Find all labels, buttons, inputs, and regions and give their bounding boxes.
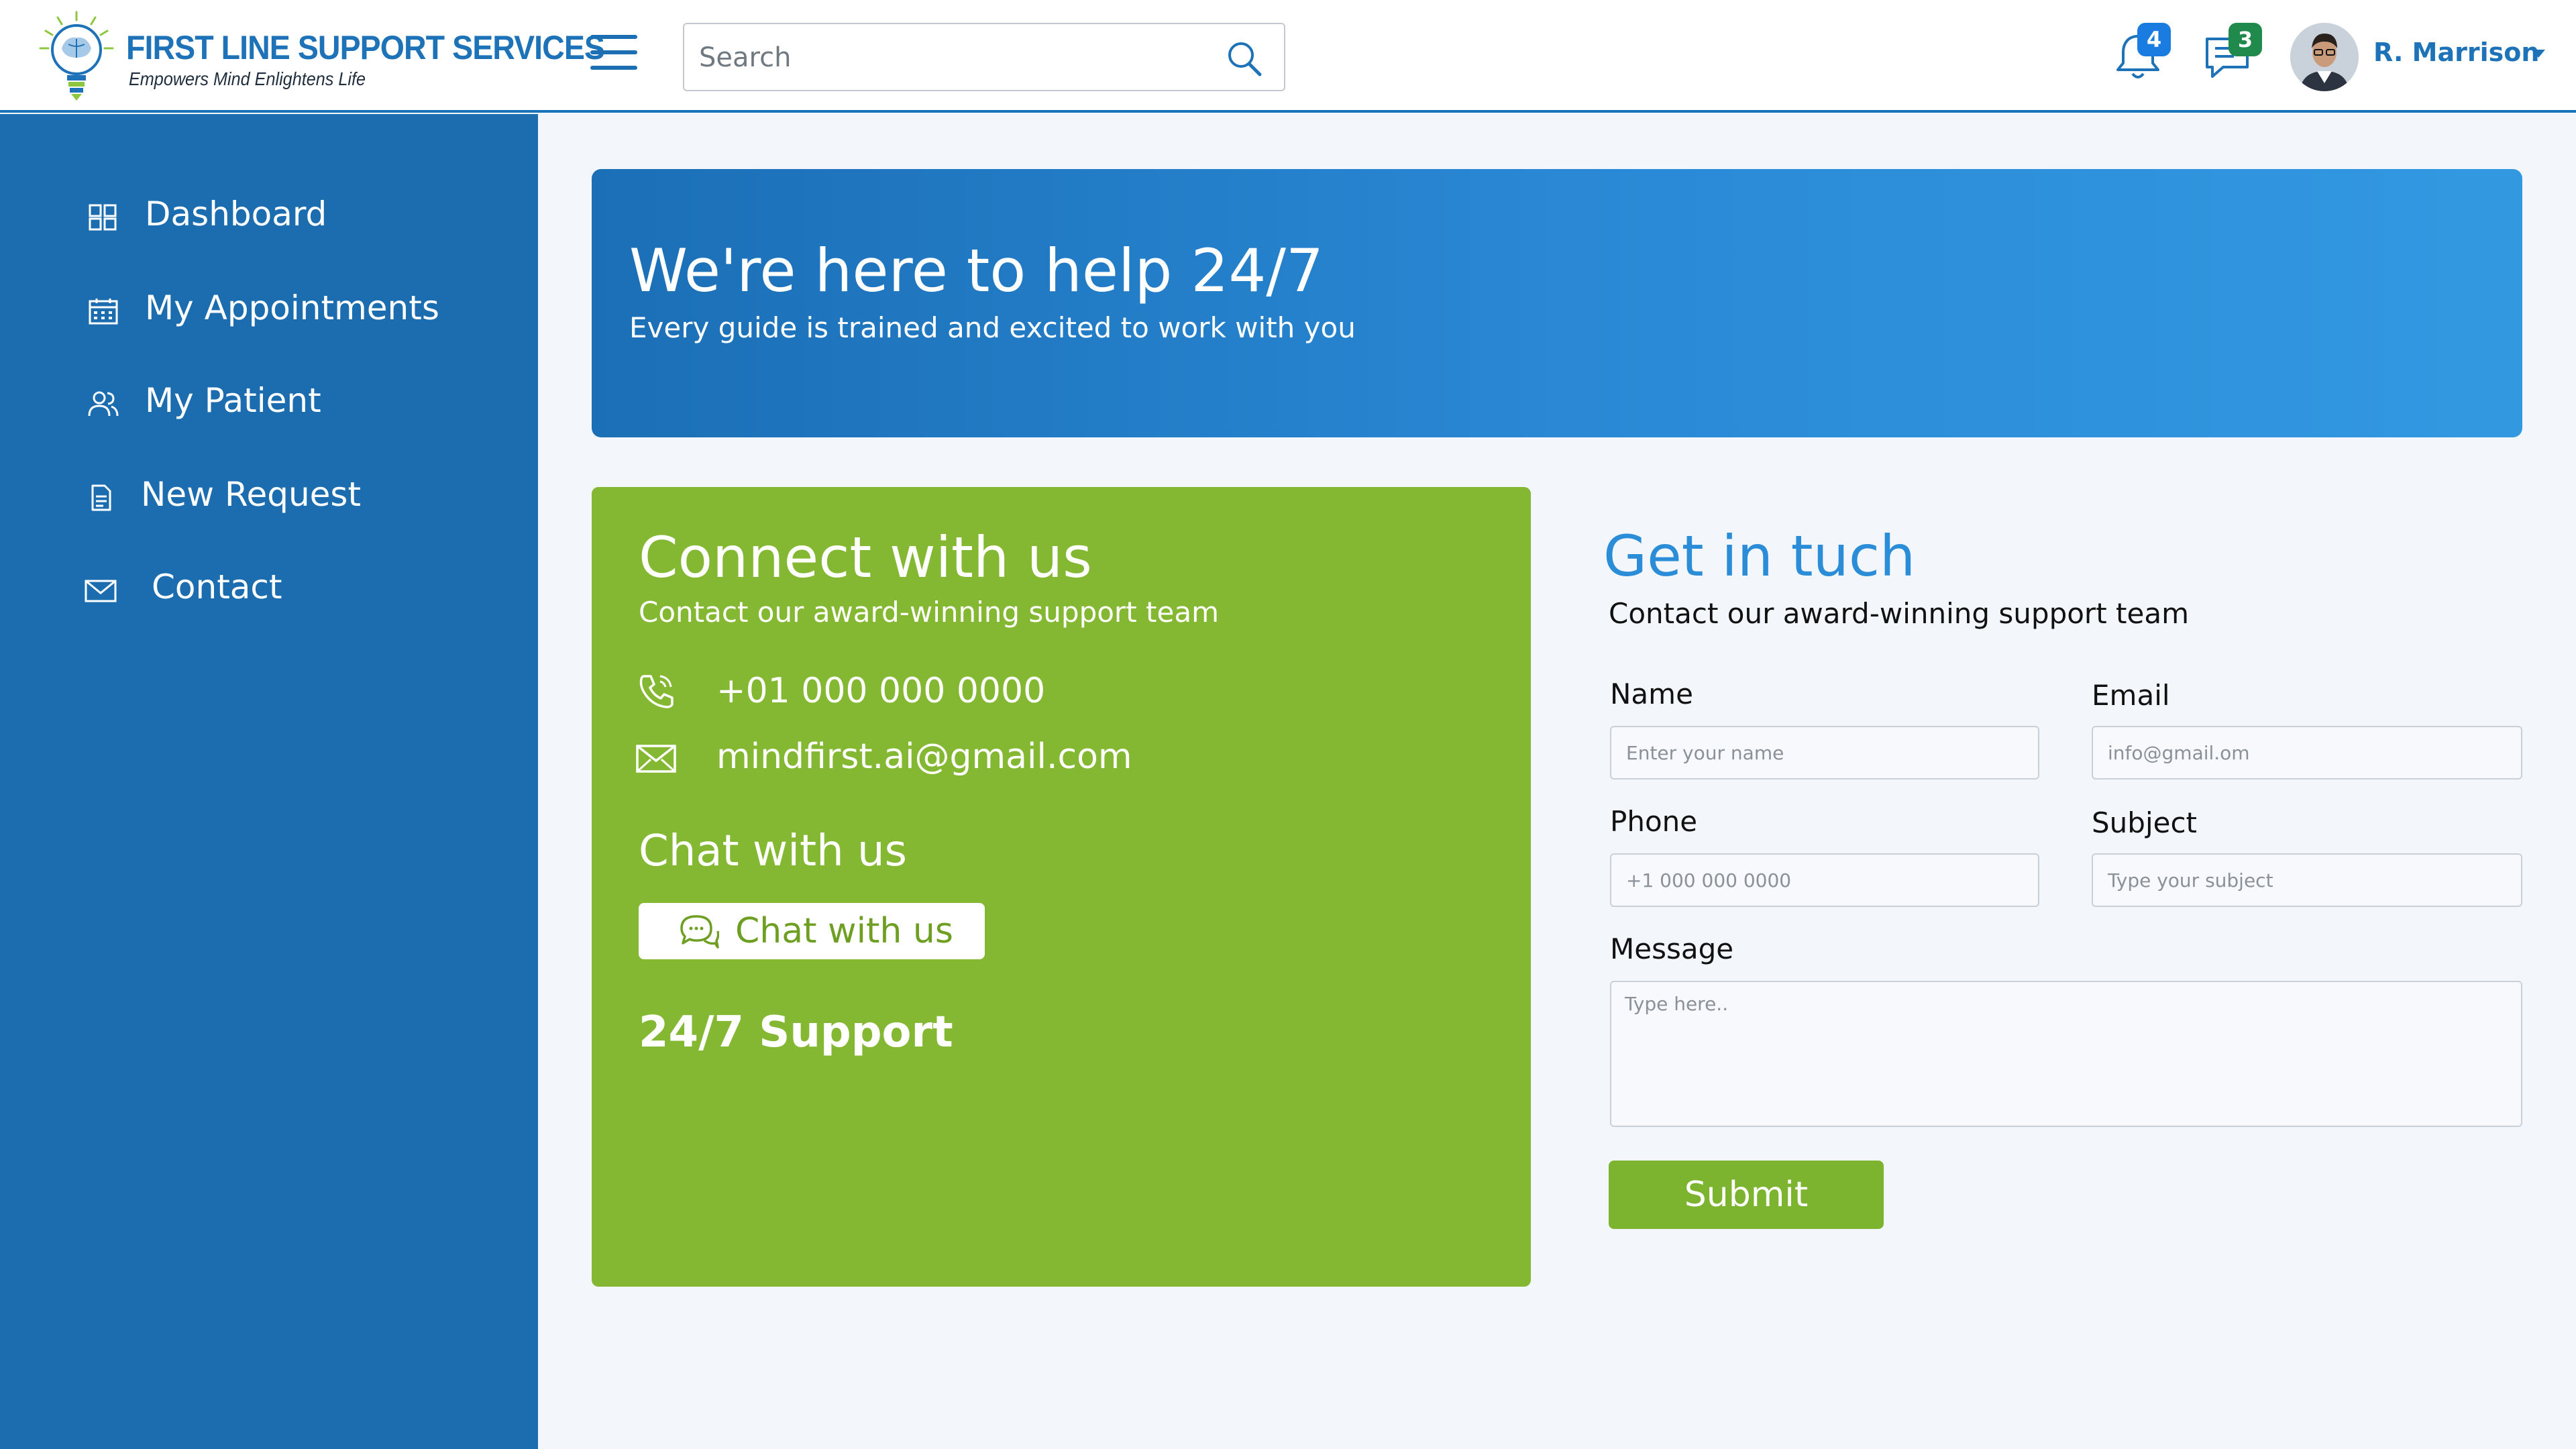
contact-phone-value: +01 000 000 0000	[716, 671, 1046, 711]
chat-button-label: Chat with us	[735, 911, 953, 951]
notifications-button[interactable]: 4	[2114, 23, 2171, 82]
user-avatar-icon	[2290, 23, 2359, 91]
chevron-down-icon[interactable]	[2530, 48, 2546, 59]
brand-logo[interactable]: FIRST LINE SUPPORT SERVICES Empowers Min…	[38, 9, 605, 107]
form-title: Get in tuch	[1603, 523, 1916, 589]
search-icon[interactable]	[1225, 39, 1264, 78]
hero-banner: We're here to help 24/7 Every guide is t…	[592, 169, 2522, 437]
brand-title: FIRST LINE SUPPORT SERVICES	[126, 29, 605, 66]
menu-toggle-button[interactable]	[590, 35, 637, 72]
sidebar-item-label: New Request	[141, 475, 362, 514]
chat-bubbles-icon	[680, 915, 719, 949]
connect-title: Connect with us	[639, 525, 1092, 590]
top-header: FIRST LINE SUPPORT SERVICES Empowers Min…	[0, 0, 2576, 113]
envelope-icon	[85, 580, 117, 602]
avatar[interactable]	[2290, 23, 2359, 91]
phone-label: Phone	[1610, 805, 1698, 838]
hamburger-bar	[590, 66, 637, 70]
subject-label: Subject	[2092, 806, 2198, 839]
form-subtitle: Contact our award-winning support team	[1609, 597, 2189, 630]
messages-badge: 3	[2229, 23, 2262, 56]
dashboard-grid-icon	[89, 204, 117, 231]
sidebar-item-label: My Patient	[145, 381, 321, 420]
phone-field[interactable]	[1610, 853, 2039, 907]
hamburger-bar	[590, 35, 637, 39]
chat-with-us-button[interactable]: Chat with us	[639, 903, 985, 959]
name-field[interactable]	[1610, 726, 2039, 780]
sidebar: Dashboard My Appointments My Patient New…	[0, 114, 538, 1449]
connect-subtitle: Contact our award-winning support team	[639, 596, 1219, 629]
sidebar-item-label: My Appointments	[145, 288, 439, 327]
brand-tagline: Empowers Mind Enlightens Life	[129, 68, 366, 89]
chat-heading: Chat with us	[639, 826, 907, 876]
users-icon	[88, 391, 119, 417]
connect-card: Connect with us Contact our award-winnin…	[592, 487, 1531, 1287]
email-label: Email	[2092, 679, 2170, 712]
email-field[interactable]	[2092, 726, 2522, 780]
messages-button[interactable]: 3	[2202, 23, 2262, 82]
sidebar-item-contact[interactable]: Contact	[85, 562, 503, 616]
hamburger-bar	[590, 50, 637, 54]
name-label: Name	[1610, 678, 1693, 710]
calendar-icon	[89, 299, 118, 325]
sidebar-item-new-request[interactable]: New Request	[87, 470, 503, 523]
contact-email-value: mindfirst.ai@gmail.com	[716, 737, 1132, 777]
support-hours: 24/7 Support	[639, 1008, 953, 1057]
subject-field[interactable]	[2092, 853, 2522, 907]
sidebar-item-appointments[interactable]: My Appointments	[87, 283, 503, 337]
user-name-dropdown[interactable]: R. Marrison	[2373, 38, 2539, 67]
hero-title: We're here to help 24/7	[629, 236, 1324, 305]
sidebar-item-patient[interactable]: My Patient	[87, 376, 503, 429]
sidebar-item-dashboard[interactable]: Dashboard	[87, 189, 503, 243]
document-icon	[91, 484, 111, 511]
submit-button[interactable]: Submit	[1609, 1161, 1884, 1229]
message-field[interactable]	[1610, 981, 2522, 1127]
notifications-badge: 4	[2137, 23, 2171, 56]
hero-subtitle: Every guide is trained and excited to wo…	[629, 311, 1356, 344]
search-input[interactable]	[699, 36, 1209, 79]
envelope-icon	[636, 745, 676, 773]
lightbulb-brain-icon	[39, 11, 114, 101]
phone-icon	[639, 675, 674, 708]
search-box	[683, 23, 1285, 91]
sidebar-item-label: Contact	[152, 568, 282, 606]
message-label: Message	[1610, 932, 1734, 965]
sidebar-item-label: Dashboard	[145, 195, 327, 233]
